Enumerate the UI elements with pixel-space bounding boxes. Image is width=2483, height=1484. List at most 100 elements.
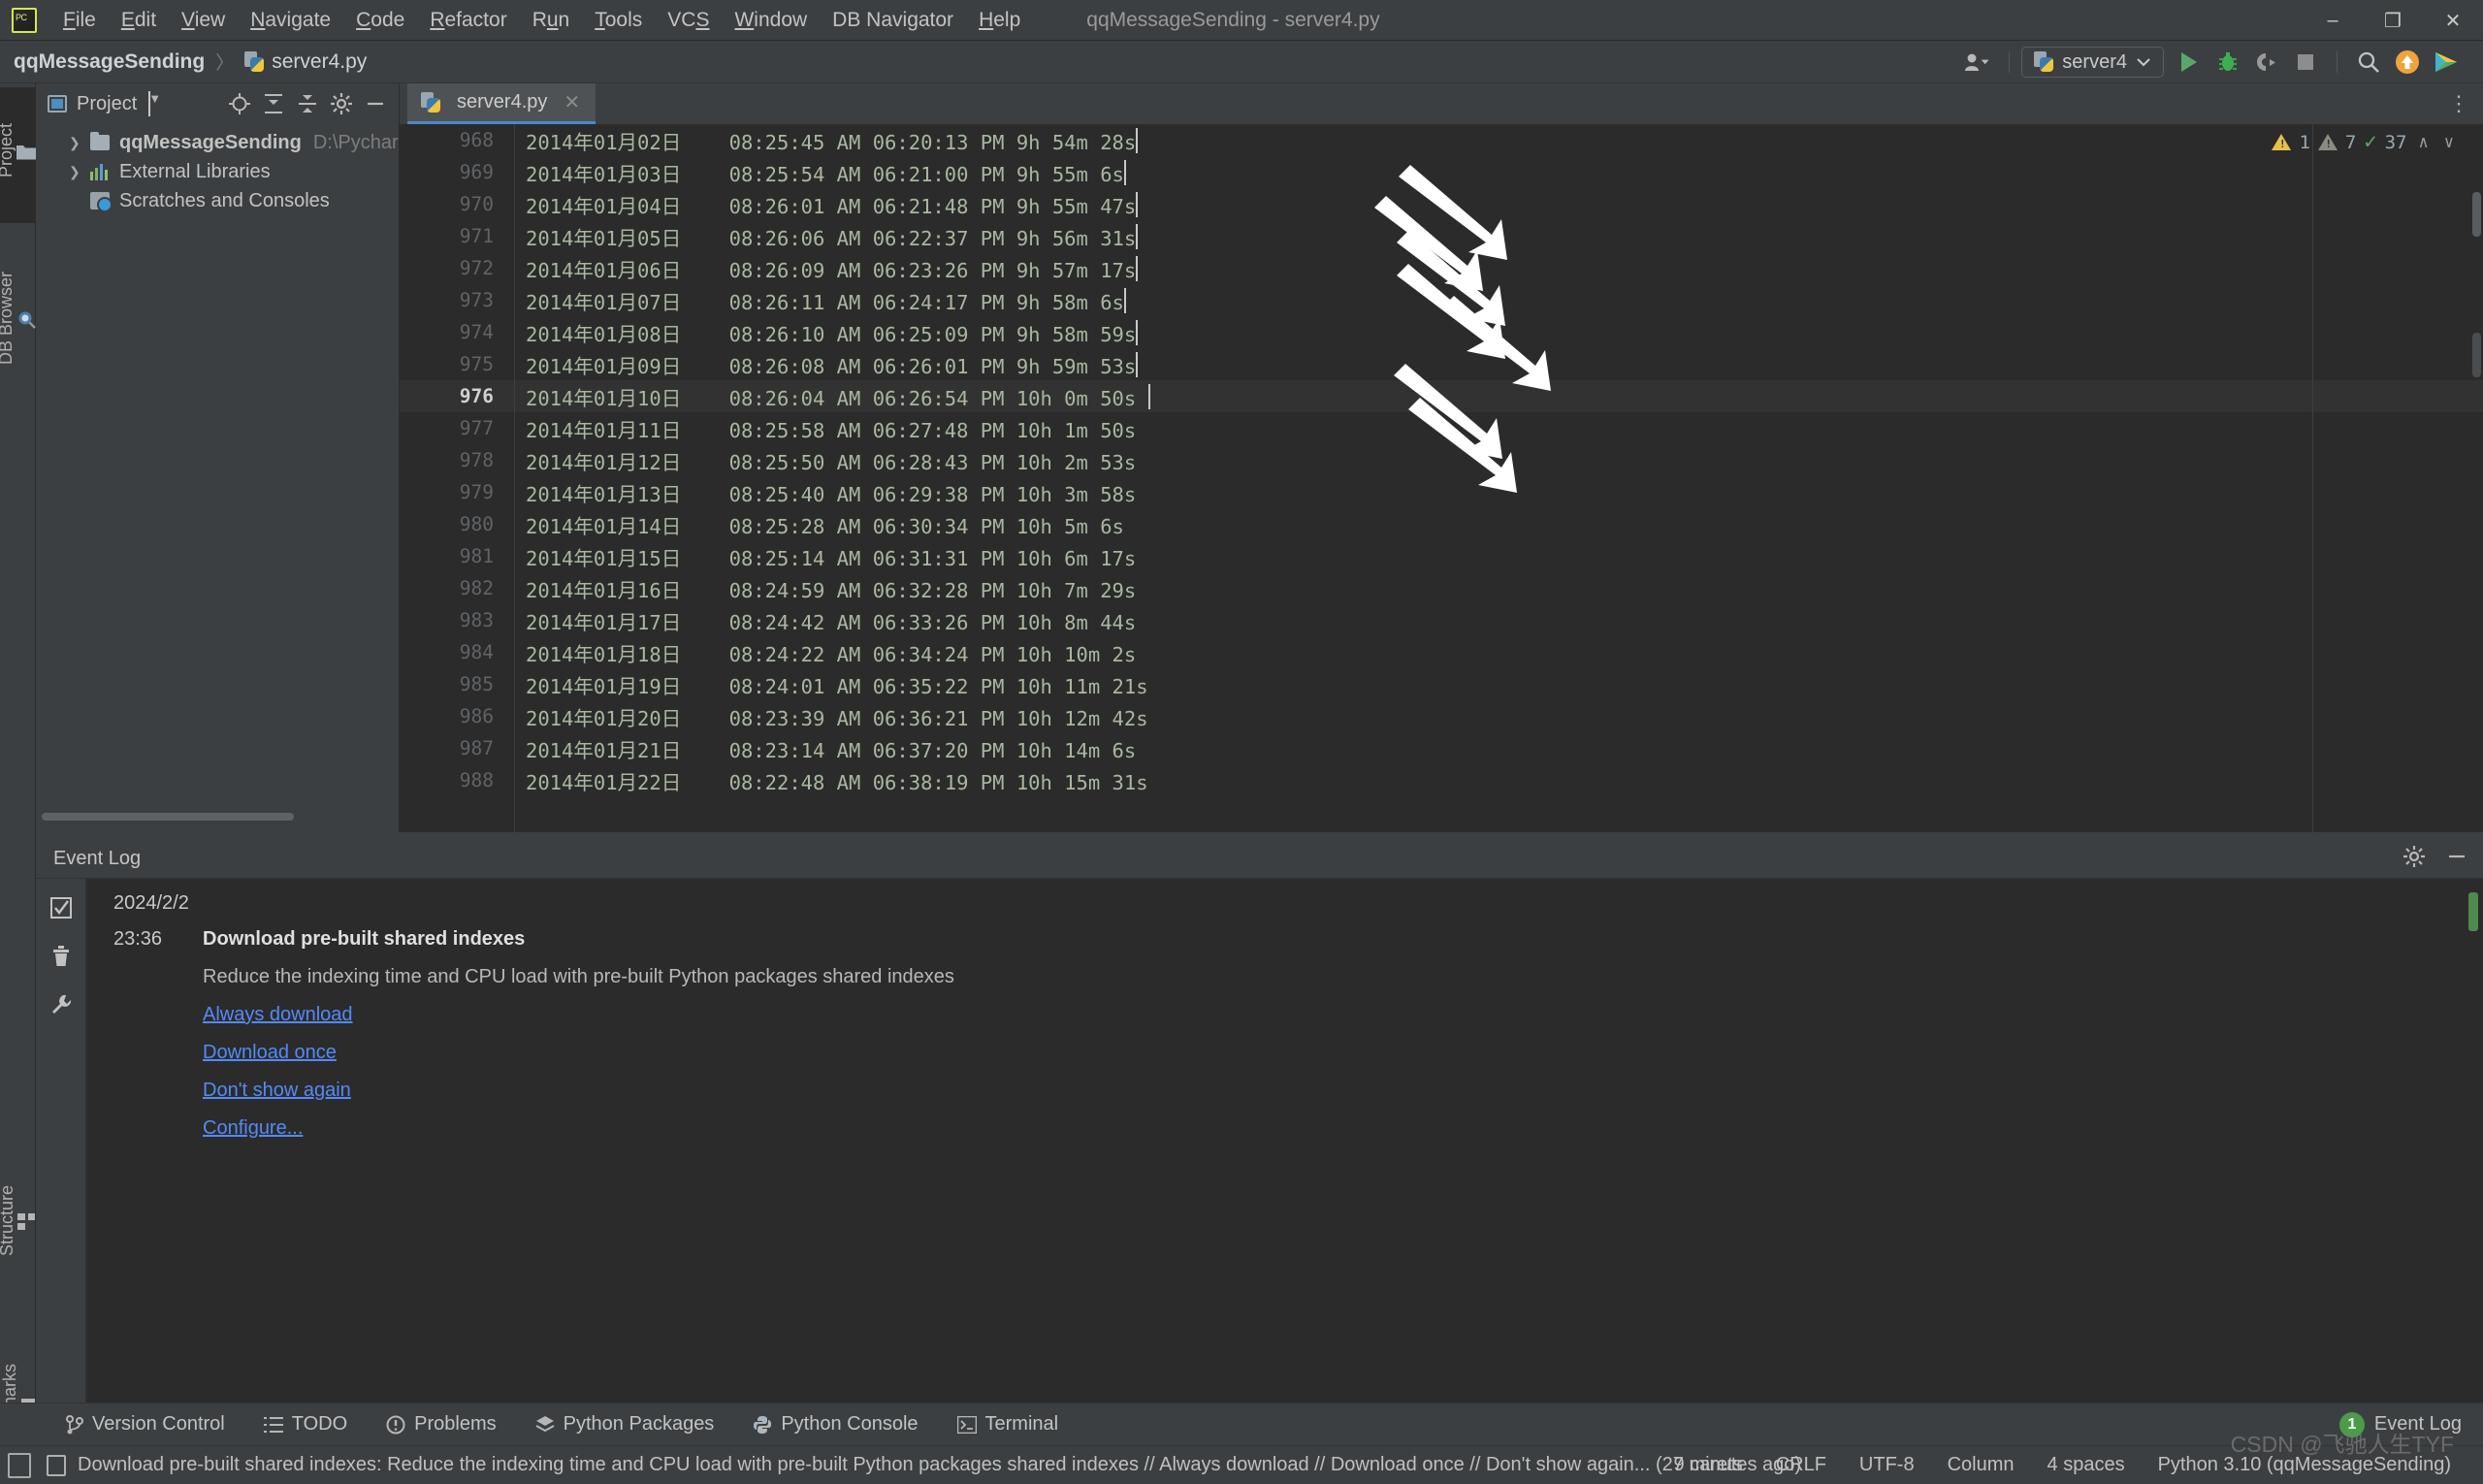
chevron-right-icon[interactable]: ❯ xyxy=(69,135,90,151)
code-line[interactable]: 988 2014年01月22日 08:22:48 AM 06:38:19 PM 1… xyxy=(400,764,2483,796)
event-log-link[interactable]: Configure... xyxy=(203,1117,303,1140)
menu-refactor[interactable]: Refactor xyxy=(417,5,519,36)
menu-edit[interactable]: Edit xyxy=(109,5,169,36)
menu-file[interactable]: File xyxy=(50,5,109,36)
notifications-icon[interactable] xyxy=(8,1453,31,1478)
run-icon[interactable] xyxy=(2170,43,2209,81)
menu-code[interactable]: Code xyxy=(343,5,417,36)
updates-icon[interactable] xyxy=(2388,43,2427,81)
code-line[interactable]: 973 2014年01月07日 08:26:11 AM 06:24:17 PM 9… xyxy=(400,284,2483,316)
menu-run[interactable]: Run xyxy=(520,5,583,36)
breadcrumb-file[interactable]: server4.py xyxy=(272,50,367,74)
chevron-down-icon[interactable]: ▼ xyxy=(148,91,161,116)
tool-window-event-log[interactable]: Event Log xyxy=(2374,1413,2462,1436)
close-icon[interactable]: ✕ xyxy=(564,90,580,114)
code-line[interactable]: 983 2014年01月17日 08:24:42 AM 06:33:26 PM 1… xyxy=(400,604,2483,636)
code-line[interactable]: 977 2014年01月11日 08:25:58 AM 06:27:48 PM 1… xyxy=(400,412,2483,444)
debug-icon[interactable] xyxy=(2209,43,2247,81)
delete-icon[interactable] xyxy=(46,941,77,972)
tool-window-python-console[interactable]: Python Console xyxy=(733,1413,937,1436)
previous-problem-icon[interactable]: ∧ xyxy=(2415,133,2433,152)
code-line[interactable]: 984 2014年01月18日 08:24:22 AM 06:34:24 PM 1… xyxy=(400,636,2483,668)
status-item[interactable]: CRLF xyxy=(1759,1454,1843,1476)
close-button[interactable]: ✕ xyxy=(2423,0,2483,41)
chevron-right-icon[interactable]: ❯ xyxy=(69,164,90,180)
code-line[interactable]: 982 2014年01月16日 08:24:59 AM 06:32:28 PM 1… xyxy=(400,572,2483,604)
menu-tools[interactable]: Tools xyxy=(582,5,655,36)
search-icon[interactable] xyxy=(2349,43,2388,81)
event-log-link[interactable]: Don't show again xyxy=(203,1080,351,1102)
event-log-link[interactable]: Always download xyxy=(203,1004,353,1026)
tree-item[interactable]: ❯ qqMessageSending D:\PycharmPro xyxy=(36,128,444,157)
code-line[interactable]: 981 2014年01月15日 08:25:14 AM 06:31:31 PM 1… xyxy=(400,540,2483,572)
code-line[interactable]: 978 2014年01月12日 08:25:50 AM 06:28:43 PM 1… xyxy=(400,444,2483,476)
settings-icon[interactable] xyxy=(325,88,357,120)
status-item[interactable]: 9 carets xyxy=(1658,1454,1759,1476)
menu-navigate[interactable]: Navigate xyxy=(238,5,343,36)
editor-options-icon[interactable]: ⋮ xyxy=(2448,91,2469,116)
status-item[interactable]: Column xyxy=(1931,1454,2031,1476)
code-line[interactable]: 971 2014年01月05日 08:26:06 AM 06:22:37 PM 9… xyxy=(400,220,2483,252)
menu-vcs[interactable]: VCS xyxy=(655,5,722,36)
code-line[interactable]: 987 2014年01月21日 08:23:14 AM 06:37:20 PM 1… xyxy=(400,732,2483,764)
code-line[interactable]: 985 2014年01月19日 08:24:01 AM 06:35:22 PM 1… xyxy=(400,668,2483,700)
code-line[interactable]: 970 2014年01月04日 08:26:01 AM 06:21:48 PM 9… xyxy=(400,188,2483,220)
mark-read-icon[interactable] xyxy=(46,892,77,923)
stop-icon[interactable] xyxy=(2286,43,2325,81)
code-line[interactable]: 968 2014年01月02日 08:25:45 AM 06:20:13 PM 9… xyxy=(400,124,2483,156)
tree-item[interactable]: ❯ External Libraries xyxy=(36,157,399,186)
sidebar-item-structure[interactable]: Structure xyxy=(0,1141,36,1310)
status-message[interactable]: Download pre-built shared indexes: Reduc… xyxy=(78,1454,1801,1476)
maximize-button[interactable]: ❐ xyxy=(2363,0,2423,41)
tab-server4-py[interactable]: server4.py ✕ xyxy=(407,83,597,124)
event-log-scrollbar-thumb[interactable] xyxy=(2468,892,2478,931)
code-line[interactable]: 979 2014年01月13日 08:25:40 AM 06:29:38 PM 1… xyxy=(400,476,2483,508)
tool-window-problems[interactable]: Problems xyxy=(367,1413,515,1436)
account-icon[interactable] xyxy=(1958,43,1997,81)
breadcrumb-project[interactable]: qqMessageSending xyxy=(14,50,205,74)
tool-window-terminal[interactable]: Terminal xyxy=(938,1413,1079,1436)
inspections-widget[interactable]: 1 7 ✓ 37 ∧ ∨ xyxy=(2272,130,2458,154)
menu-help[interactable]: Help xyxy=(966,5,1033,36)
minimize-button[interactable]: – xyxy=(2303,0,2363,41)
expand-all-icon[interactable] xyxy=(257,88,289,120)
tool-window-todo[interactable]: TODO xyxy=(244,1413,367,1436)
next-problem-icon[interactable]: ∨ xyxy=(2440,133,2458,152)
code-line[interactable]: 976 2014年01月10日 08:26:04 AM 06:26:54 PM 1… xyxy=(400,380,2483,412)
code-editor[interactable]: 968 2014年01月02日 08:25:45 AM 06:20:13 PM 9… xyxy=(400,124,2483,832)
editor-scrollbar-thumb[interactable] xyxy=(2472,192,2481,237)
text-caret xyxy=(1136,223,1139,249)
code-line[interactable]: 975 2014年01月09日 08:26:08 AM 06:26:01 PM 9… xyxy=(400,348,2483,380)
code-line[interactable]: 980 2014年01月14日 08:25:28 AM 06:30:34 PM 1… xyxy=(400,508,2483,540)
event-log-header: Event Log xyxy=(36,840,2483,879)
run-configuration-selector[interactable]: server4 xyxy=(2021,47,2164,78)
hide-panel-icon[interactable] xyxy=(359,88,391,120)
code-line[interactable]: 986 2014年01月20日 08:23:39 AM 06:36:21 PM 1… xyxy=(400,700,2483,732)
tool-window-version-control[interactable]: Version Control xyxy=(47,1413,244,1436)
packages-icon xyxy=(535,1415,555,1435)
code-line[interactable]: 972 2014年01月06日 08:26:09 AM 06:23:26 PM 9… xyxy=(400,252,2483,284)
tree-item[interactable]: ❯Scratches and Consoles xyxy=(36,186,399,215)
tool-window-python-packages[interactable]: Python Packages xyxy=(516,1413,734,1436)
status-item[interactable]: UTF-8 xyxy=(1843,1454,1931,1476)
code-line[interactable]: 974 2014年01月08日 08:26:10 AM 06:25:09 PM 9… xyxy=(400,316,2483,348)
settings-wrench-icon[interactable] xyxy=(46,989,77,1020)
locate-icon[interactable] xyxy=(223,88,255,120)
status-item[interactable]: 4 spaces xyxy=(2031,1454,2142,1476)
editor-scrollbar-thumb-secondary[interactable] xyxy=(2472,333,2481,377)
collapse-all-icon[interactable] xyxy=(291,88,323,120)
db-browser-icon xyxy=(16,310,36,335)
coverage-icon[interactable] xyxy=(2247,43,2286,81)
sidebar-item-db-browser[interactable]: DB Browser xyxy=(0,231,36,415)
status-item[interactable]: Python 3.10 (qqMessageSending) xyxy=(2142,1454,2467,1476)
gear-icon[interactable] xyxy=(2403,845,2425,873)
code-line[interactable]: 969 2014年01月03日 08:25:54 AM 06:21:00 PM 9… xyxy=(400,156,2483,188)
menu-db-navigator[interactable]: DB Navigator xyxy=(820,5,966,36)
menu-view[interactable]: View xyxy=(169,5,238,36)
project-horizontal-scrollbar[interactable] xyxy=(42,813,294,821)
event-log-link[interactable]: Download once xyxy=(203,1042,337,1064)
sidebar-item-project[interactable]: Project xyxy=(0,87,36,223)
menu-window[interactable]: Window xyxy=(722,5,820,36)
ai-assistant-icon[interactable] xyxy=(2427,43,2466,81)
minimize-icon[interactable] xyxy=(2446,846,2467,873)
